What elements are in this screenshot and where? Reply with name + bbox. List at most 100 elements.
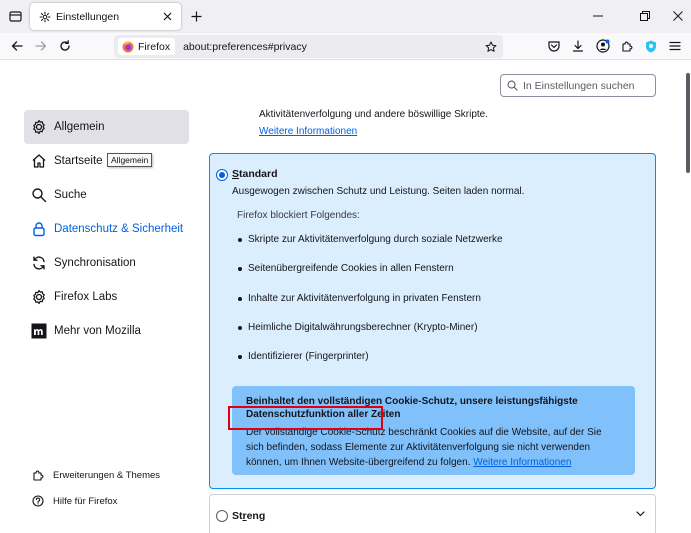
strict-protection-card[interactable]: Streng (209, 494, 656, 533)
preferences-page: Allgemein Startseite Allgemein Suche Dat… (0, 61, 691, 533)
sidebar-item-search[interactable]: Suche (24, 178, 189, 212)
settings-search-input[interactable] (523, 79, 653, 92)
puzzle-icon (32, 469, 44, 481)
extension-icon (646, 40, 656, 52)
tab-list-icon (8, 10, 22, 22)
close-icon (673, 11, 683, 21)
close-tab-icon[interactable] (159, 9, 175, 25)
puzzle-icon (622, 41, 633, 52)
list-item: Seitenübergreifende Cookies in allen Fen… (238, 263, 454, 274)
strict-title-start: St (232, 510, 243, 522)
mozilla-icon (31, 323, 47, 339)
close-window-button[interactable] (670, 8, 686, 24)
standard-title: Standard (232, 168, 278, 180)
tooltip: Allgemein (107, 153, 153, 167)
pocket-icon (548, 41, 560, 52)
strict-title: Streng (232, 510, 265, 522)
sidebar-item-privacy[interactable]: Datenschutz & Sicherheit (24, 212, 189, 246)
sidebar-item-label: Allgemein (54, 121, 105, 133)
pocket-button[interactable] (546, 38, 562, 54)
back-arrow-icon (11, 41, 23, 51)
sidebar-item-label: Datenschutz & Sicherheit (54, 223, 184, 235)
sidebar-item-label: Synchronisation (54, 257, 136, 269)
back-button[interactable] (8, 37, 26, 55)
sidebar-link-help[interactable]: Hilfe für Firefox (32, 493, 117, 509)
bookmark-star-icon[interactable] (483, 39, 499, 55)
bullet (238, 266, 242, 271)
minimize-icon (593, 15, 603, 17)
bullet (238, 354, 242, 359)
scrollbar-thumb[interactable] (686, 73, 690, 173)
sidebar-item-more-mozilla[interactable]: Mehr von Mozilla (24, 314, 189, 348)
url-text[interactable]: about:preferences#privacy (183, 41, 483, 53)
strict-description-partial: Aktivitätenverfolgung und andere böswill… (259, 109, 489, 120)
list-item: Heimliche Digitalwährungsberechner (Kryp… (238, 322, 478, 333)
forward-arrow-icon (35, 41, 47, 51)
navigation-toolbar: Firefox about:preferences#privacy (0, 33, 691, 60)
account-button[interactable] (595, 38, 611, 54)
reload-button[interactable] (56, 37, 74, 55)
restore-button[interactable] (637, 8, 653, 24)
account-icon (596, 39, 610, 53)
strict-title-rest: eng (246, 510, 266, 522)
more-info-link[interactable]: Weitere Informationen (473, 457, 571, 468)
info-text: Der vollständige Cookie-Schutz beschränk… (246, 425, 621, 470)
identity-label: Firefox (138, 40, 171, 53)
sidebar-item-general[interactable]: Allgemein (24, 110, 189, 144)
sidebar-item-firefox-labs[interactable]: Firefox Labs (24, 280, 189, 314)
sidebar-item-label: Startseite (54, 155, 103, 167)
list-item: Skripte zur Aktivitätenverfolgung durch … (238, 234, 503, 245)
identity-box[interactable]: Firefox (118, 38, 176, 55)
standard-description: Ausgewogen zwischen Schutz und Leistung.… (232, 186, 525, 197)
extensions-button[interactable] (619, 38, 635, 54)
list-item-label: Skripte zur Aktivitätenverfolgung durch … (248, 234, 503, 245)
restore-icon (640, 11, 650, 21)
search-icon (507, 80, 518, 91)
list-item-label: Identifizierer (Fingerprinter) (248, 351, 369, 362)
list-item-label: Heimliche Digitalwährungsberechner (Kryp… (248, 322, 478, 333)
help-icon (32, 495, 44, 507)
reload-icon (60, 40, 70, 51)
bullet (238, 237, 242, 242)
sidebar-footer-label: Hilfe für Firefox (53, 495, 118, 507)
radio-dot (219, 172, 225, 178)
download-icon (572, 40, 584, 52)
sidebar-item-label: Suche (54, 189, 87, 201)
bullet (238, 296, 242, 301)
tab-strip: Einstellungen (0, 0, 691, 33)
url-bar[interactable]: Firefox about:preferences#privacy (114, 35, 503, 58)
sidebar-item-label: Firefox Labs (54, 291, 118, 303)
blocks-intro: Firefox blockiert Folgendes: (237, 210, 360, 221)
tab-list-button[interactable] (6, 7, 24, 25)
list-item-label: Seitenübergreifende Cookies in allen Fen… (248, 263, 454, 274)
list-item: Identifizierer (Fingerprinter) (238, 351, 369, 362)
chevron-down-icon[interactable] (634, 508, 646, 520)
settings-search-box[interactable] (500, 74, 656, 97)
labs-icon (31, 289, 47, 305)
standard-title-rest: tandard (239, 168, 278, 180)
plus-icon (191, 11, 201, 21)
extension-button[interactable] (643, 38, 659, 54)
standard-radio[interactable] (216, 169, 228, 181)
standard-title-mnemonic: S (232, 168, 240, 180)
downloads-button[interactable] (570, 38, 586, 54)
forward-button[interactable] (32, 37, 50, 55)
strict-radio[interactable] (216, 510, 228, 522)
search-icon (31, 187, 47, 203)
tab-settings[interactable]: Einstellungen (30, 3, 181, 30)
sidebar-link-extensions-themes[interactable]: Erweiterungen & Themes (32, 467, 160, 483)
gear-icon (39, 11, 51, 23)
more-info-link[interactable]: Weitere Informationen (259, 126, 357, 137)
new-tab-button[interactable] (188, 8, 204, 24)
tab-title: Einstellungen (56, 10, 120, 23)
home-icon (31, 153, 47, 169)
cookie-protection-info-box: Beinhaltet den vollständigen Cookie-Schu… (232, 386, 635, 475)
bullet (238, 325, 242, 330)
hamburger-menu-icon (669, 41, 681, 51)
standard-protection-card[interactable]: Standard Ausgewogen zwischen Schutz und … (209, 153, 656, 489)
app-menu-button[interactable] (667, 38, 683, 54)
sidebar-item-label: Mehr von Mozilla (54, 325, 141, 337)
sidebar-item-sync[interactable]: Synchronisation (24, 246, 189, 280)
firefox-logo-icon (122, 41, 134, 52)
minimize-button[interactable] (590, 8, 606, 24)
